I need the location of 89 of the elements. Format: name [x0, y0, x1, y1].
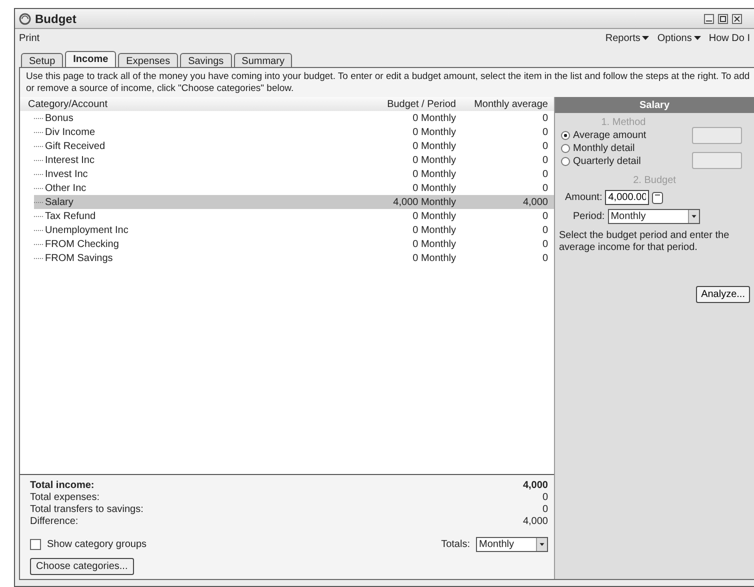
total-label: Difference: — [30, 516, 78, 526]
total-label: Total transfers to savings: — [30, 504, 144, 514]
checkbox-label: Show category groups — [47, 539, 147, 550]
budget-cell-text: 4,000 Monthly — [392, 196, 456, 208]
category-name: Gift Received — [34, 140, 356, 152]
app-icon — [19, 12, 31, 24]
hint-text: Select the budget period and enter the average income for that period. — [559, 230, 730, 254]
category-name: Invest Inc — [34, 168, 356, 180]
column-header: Budget / Period — [386, 98, 456, 110]
caret-icon — [536, 538, 547, 551]
budget-cell-text: 0 Monthly — [412, 182, 456, 194]
total-label: Total income: — [30, 480, 94, 490]
average-cell-text: 0 — [541, 182, 548, 194]
tab[interactable]: Setup — [21, 53, 64, 68]
budget-cell-text: 0 Monthly — [412, 224, 456, 236]
average-cell-text: 0 — [541, 168, 548, 180]
average-cell-text: 0 — [541, 140, 548, 152]
category-name: Tax Refund — [34, 210, 356, 222]
list-row[interactable]: FROM Checking 0 Monthly 0 — [34, 237, 554, 251]
checkbox[interactable] — [30, 539, 41, 550]
choose-categories-button[interactable]: Choose categories... — [30, 558, 134, 575]
budget-cell-text: 0 Monthly — [412, 238, 456, 250]
total-label: Total expenses: — [30, 492, 100, 502]
list-row[interactable]: Div Income 0 Monthly 0 — [34, 125, 554, 139]
menu-item[interactable]: Reports — [605, 32, 650, 44]
window-title: Budget — [35, 12, 78, 26]
average-cell-text: 0 — [541, 112, 548, 124]
total-value: 4,000 — [522, 516, 548, 526]
total-value: 4,000 — [522, 480, 548, 490]
maximize-icon[interactable] — [718, 14, 728, 24]
radio-option[interactable]: Monthly detail — [561, 143, 686, 154]
list-row[interactable]: Interest Inc 0 Monthly 0 — [34, 153, 554, 167]
average-cell-text: 0 — [541, 252, 548, 264]
category-name: FROM Checking — [34, 238, 356, 250]
analyze-button[interactable]: Analyze... — [696, 286, 750, 303]
tab[interactable]: Income — [65, 51, 116, 68]
average-cell-text: 0 — [541, 224, 548, 236]
category-name: Unemployment Inc — [34, 224, 356, 236]
calculator-icon[interactable] — [652, 192, 664, 204]
category-name: Div Income — [34, 126, 356, 138]
list-row[interactable]: Other Inc 0 Monthly 0 — [34, 181, 554, 195]
column-header: Monthly average — [473, 98, 548, 110]
caret-icon — [688, 210, 699, 223]
panel-title: Salary — [555, 97, 754, 113]
minimize-icon[interactable] — [704, 14, 714, 24]
column-header: Category/Account — [28, 98, 108, 110]
list-row[interactable]: Bonus 0 Monthly 0 — [34, 111, 554, 125]
category-name: Interest Inc — [34, 154, 356, 166]
totals-label: Totals: — [441, 539, 470, 550]
budget-cell-text: 0 Monthly — [412, 252, 456, 264]
average-cell-text: 0 — [541, 126, 548, 138]
menu-item[interactable]: Print — [19, 32, 40, 44]
budget-cell-text: 0 Monthly — [412, 126, 456, 138]
average-cell-text: 0 — [541, 238, 548, 250]
menu-item[interactable]: Options — [657, 32, 701, 44]
list-row[interactable]: Salary 4,000 Monthly 4,000 — [34, 195, 554, 209]
tab[interactable]: Summary — [234, 53, 292, 68]
period-dropdown[interactable]: Monthly — [608, 209, 700, 224]
totals-dropdown[interactable]: Monthly — [476, 537, 548, 552]
category-name: Salary — [34, 196, 356, 208]
category-name: Other Inc — [34, 182, 356, 194]
radio-option[interactable]: Quarterly detail — [561, 156, 686, 167]
tab[interactable]: Expenses — [118, 53, 178, 68]
list-row[interactable]: Gift Received 0 Monthly 0 — [34, 139, 554, 153]
list-row[interactable]: Tax Refund 0 Monthly 0 — [34, 209, 554, 223]
description-text: Use this page to track all of the money you have coming into your budget. To enter or edit a budget amount, select the item in the list and follow the steps at the right. To add or remove a source of income, click "Choose categories" below. — [26, 71, 750, 95]
list-row[interactable]: Unemployment Inc 0 Monthly 0 — [34, 223, 554, 237]
radio-option[interactable]: Average amount — [561, 130, 686, 141]
budget-cell-text: 0 Monthly — [412, 112, 456, 124]
section-title: 2. Budget — [632, 175, 677, 186]
total-value: 0 — [542, 504, 548, 514]
tab[interactable]: Savings — [180, 53, 232, 68]
total-value: 0 — [542, 492, 548, 502]
average-cell-text: 0 — [541, 210, 548, 222]
budget-cell-text: 0 Monthly — [412, 168, 456, 180]
average-cell-text: 4,000 — [522, 196, 548, 208]
category-name: Bonus — [34, 112, 356, 124]
list-row[interactable]: Invest Inc 0 Monthly 0 — [34, 167, 554, 181]
amount-label: Amount: — [565, 192, 602, 203]
category-name: FROM Savings — [34, 252, 356, 264]
budget-cell-text: 0 Monthly — [412, 140, 456, 152]
budget-cell-text: 0 Monthly — [412, 154, 456, 166]
list-row[interactable]: FROM Savings 0 Monthly 0 — [34, 251, 554, 265]
budget-cell-text: 0 Monthly — [412, 210, 456, 222]
section-title: 1. Method — [600, 117, 647, 128]
menu-item[interactable]: How Do I — [708, 32, 750, 44]
period-label: Period: — [573, 211, 605, 222]
average-cell-text: 0 — [541, 154, 548, 166]
close-icon[interactable] — [732, 14, 742, 24]
